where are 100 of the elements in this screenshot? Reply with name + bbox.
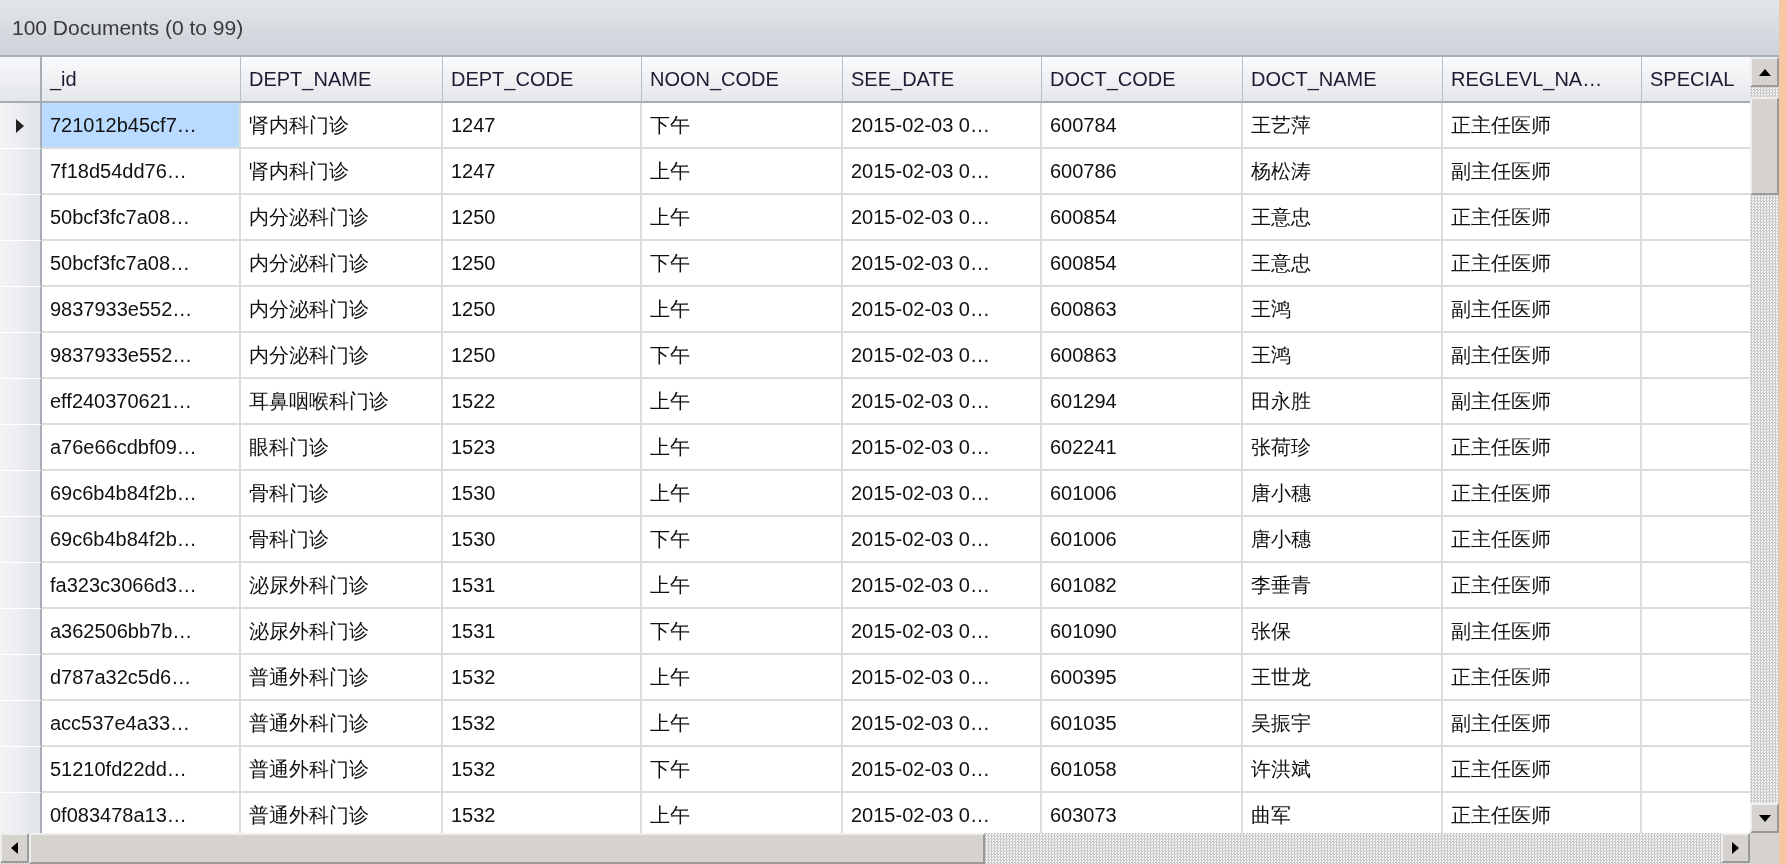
table-cell: 张保	[1243, 609, 1443, 655]
scroll-down-button[interactable]	[1750, 803, 1779, 833]
scroll-thumb[interactable]	[29, 833, 985, 864]
table-cell: 下午	[642, 517, 843, 563]
table-cell: 上午	[642, 287, 843, 333]
table-cell: 下午	[642, 241, 843, 287]
table-cell: 副主任医师	[1443, 379, 1642, 425]
table-cell: 上午	[642, 149, 843, 195]
column-header[interactable]: SEE_DATE	[843, 57, 1042, 103]
table-cell: 600395	[1042, 655, 1243, 701]
table-cell: 正主任医师	[1443, 563, 1642, 609]
table-cell: 2015-02-03 0…	[843, 149, 1042, 195]
table-cell: 2015-02-03 0…	[843, 471, 1042, 517]
table-cell: 唐小穗	[1243, 471, 1443, 517]
table-cell: 普通外科门诊	[241, 747, 443, 793]
table-cell: 内分泌科门诊	[241, 195, 443, 241]
table-cell: 1247	[443, 149, 642, 195]
table-cell: 副主任医师	[1443, 609, 1642, 655]
table-cell: 1247	[443, 103, 642, 149]
table-cell: 王意忠	[1243, 241, 1443, 287]
table-cell: 正主任医师	[1443, 747, 1642, 793]
table-cell: 601006	[1042, 517, 1243, 563]
table-cell: 2015-02-03 0…	[843, 425, 1042, 471]
table-cell: acc537e4a33…	[42, 701, 241, 747]
table-cell: 2015-02-03 0…	[843, 609, 1042, 655]
table-cell: 601294	[1042, 379, 1243, 425]
table-cell: 正主任医师	[1443, 103, 1642, 149]
table-cell: 2015-02-03 0…	[843, 563, 1042, 609]
table-cell: 骨科门诊	[241, 471, 443, 517]
table-cell: a362506bb7b…	[42, 609, 241, 655]
table-cell: 2015-02-03 0…	[843, 103, 1042, 149]
table-cell: 601006	[1042, 471, 1243, 517]
table-cell: fa323c3066d3…	[42, 563, 241, 609]
table-cell: 副主任医师	[1443, 701, 1642, 747]
scroll-thumb[interactable]	[1750, 97, 1779, 195]
table-cell: 600854	[1042, 241, 1243, 287]
table-cell: a76e66cdbf09…	[42, 425, 241, 471]
table-cell: 1250	[443, 287, 642, 333]
table-cell: 上午	[642, 425, 843, 471]
table-cell: 肾内科门诊	[241, 149, 443, 195]
table-cell: 正主任医师	[1443, 517, 1642, 563]
table-cell: 600786	[1042, 149, 1243, 195]
table-cell: 正主任医师	[1443, 655, 1642, 701]
column-header[interactable]: DOCT_CODE	[1042, 57, 1243, 103]
table-cell: 上午	[642, 701, 843, 747]
table-cell: 1522	[443, 379, 642, 425]
table-cell: 2015-02-03 0…	[843, 701, 1042, 747]
table-cell: 内分泌科门诊	[241, 287, 443, 333]
table-cell: 王鸿	[1243, 287, 1443, 333]
table-cell: 601058	[1042, 747, 1243, 793]
left-arrow-icon	[11, 842, 18, 854]
table-cell: 唐小穗	[1243, 517, 1443, 563]
column-header[interactable]: DEPT_NAME	[241, 57, 443, 103]
column-header[interactable]: REGLEVL_NA…	[1443, 57, 1642, 103]
table-cell: 2015-02-03 0…	[843, 655, 1042, 701]
column-header[interactable]: _id	[42, 57, 241, 103]
table-cell: 600863	[1042, 287, 1243, 333]
table-cell: 正主任医师	[1443, 471, 1642, 517]
table-cell: 601082	[1042, 563, 1243, 609]
table-cell: 2015-02-03 0…	[843, 379, 1042, 425]
scroll-right-button[interactable]	[1721, 833, 1750, 863]
table-cell: 泌尿外科门诊	[241, 609, 443, 655]
vertical-scrollbar[interactable]	[1750, 57, 1779, 833]
row-header[interactable]	[0, 103, 42, 149]
table-cell: 内分泌科门诊	[241, 333, 443, 379]
table-cell: 1250	[443, 333, 642, 379]
scroll-left-button[interactable]	[0, 833, 29, 863]
column-header[interactable]: DEPT_CODE	[443, 57, 642, 103]
table-cell: 2015-02-03 0…	[843, 747, 1042, 793]
table-cell: 1532	[443, 747, 642, 793]
horizontal-scrollbar[interactable]	[0, 833, 1779, 864]
table-cell: 9837933e552…	[42, 287, 241, 333]
table-cell: 69c6b4b84f2b…	[42, 517, 241, 563]
table-cell: 普通外科门诊	[241, 655, 443, 701]
table-cell: 600863	[1042, 333, 1243, 379]
table-cell: 肾内科门诊	[241, 103, 443, 149]
table-cell: 骨科门诊	[241, 517, 443, 563]
table-cell: 耳鼻咽喉科门诊	[241, 379, 443, 425]
column-header[interactable]: SPECIAL	[1642, 57, 1750, 103]
table-cell: 600784	[1042, 103, 1243, 149]
column-header[interactable]: NOON_CODE	[642, 57, 843, 103]
table-cell: 王鸿	[1243, 333, 1443, 379]
column-header[interactable]: DOCT_NAME	[1243, 57, 1443, 103]
table-cell: 50bcf3fc7a08…	[42, 241, 241, 287]
table-cell: 51210fd22dd…	[42, 747, 241, 793]
table-cell: 1250	[443, 241, 642, 287]
table-cell: 1530	[443, 471, 642, 517]
table-cell: 普通外科门诊	[241, 701, 443, 747]
table-cell: 50bcf3fc7a08…	[42, 195, 241, 241]
table-cell: 1532	[443, 655, 642, 701]
table-cell: 602241	[1042, 425, 1243, 471]
up-arrow-icon	[1758, 68, 1771, 76]
table-cell: 王世龙	[1243, 655, 1443, 701]
down-arrow-icon	[1758, 814, 1771, 822]
table-cell: 正主任医师	[1443, 425, 1642, 471]
scroll-up-button[interactable]	[1750, 57, 1779, 87]
table-cell: 杨松涛	[1243, 149, 1443, 195]
table-cell: 1532	[443, 701, 642, 747]
current-row-icon	[16, 118, 24, 133]
table-cell: 2015-02-03 0…	[843, 333, 1042, 379]
